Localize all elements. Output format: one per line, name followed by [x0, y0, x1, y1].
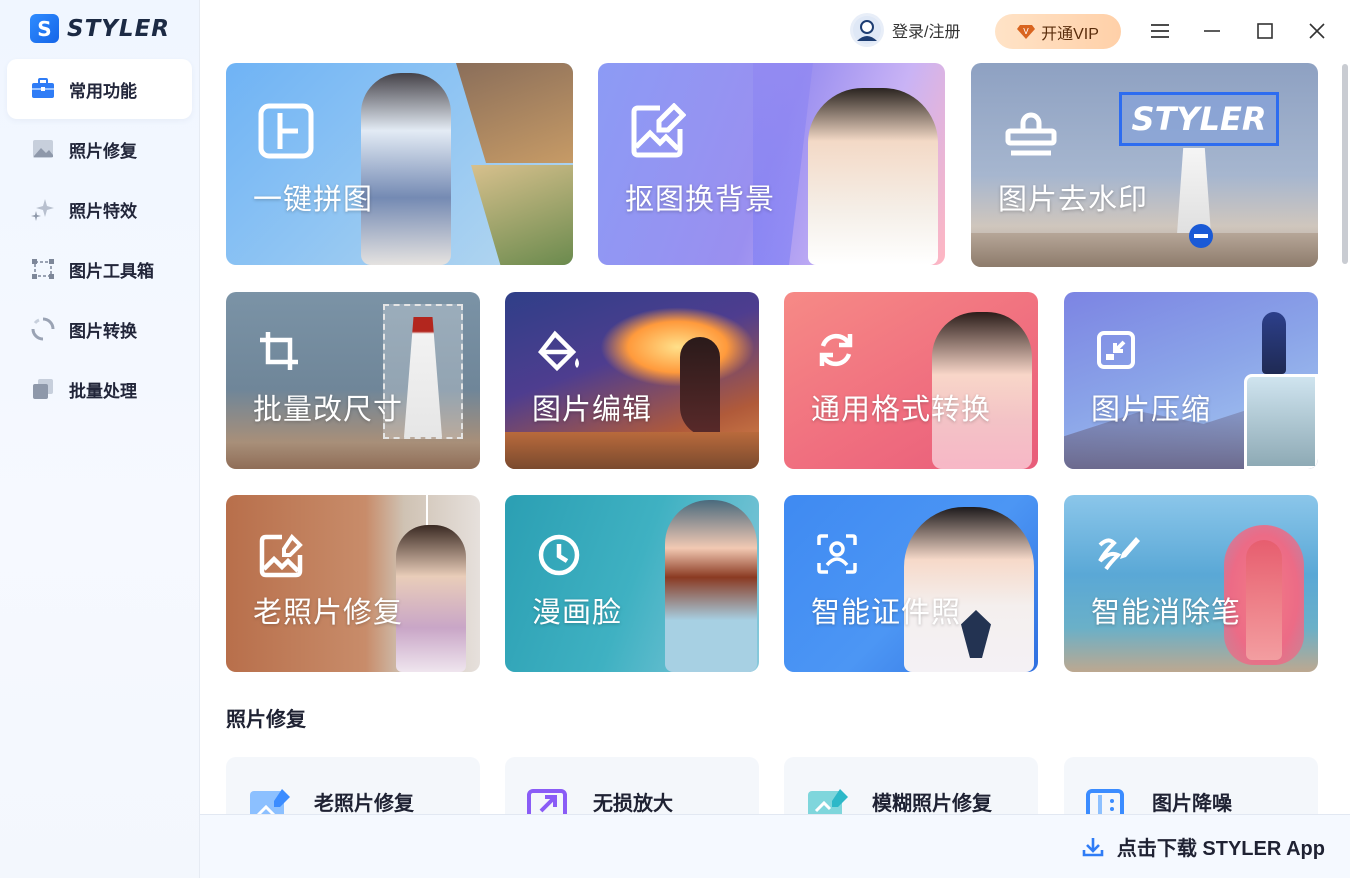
download-app-button[interactable]: 点击下载 STYLER App	[200, 814, 1350, 878]
feature-card-format[interactable]: 通用格式转换	[784, 292, 1038, 469]
tool-label: 图片降噪	[1152, 793, 1232, 815]
compress-icon	[1097, 331, 1135, 369]
sidebar-item-label: 批量处理	[69, 381, 137, 401]
sidebar-item-label: 图片转换	[69, 321, 137, 341]
man-figure	[808, 88, 938, 265]
convert-icon	[31, 317, 55, 341]
sidebar-item-toolbox[interactable]: 图片工具箱	[7, 239, 192, 299]
login-label: 登录/注册	[892, 24, 961, 41]
girl-figure	[361, 73, 451, 265]
sidebar-item-batch[interactable]: 批量处理	[7, 359, 192, 419]
vip-diamond-icon: V	[1017, 24, 1036, 40]
title-bar: 登录/注册 V 开通VIP	[200, 0, 1350, 60]
login-button[interactable]: 登录/注册	[850, 13, 960, 47]
stripe-decoration	[753, 63, 813, 265]
feature-card-cutout[interactable]: 抠图换背景	[598, 63, 945, 265]
sidebar-item-label: 照片修复	[69, 141, 137, 161]
feature-label: 智能证件照	[811, 597, 962, 629]
logo-mark-icon: S	[30, 14, 59, 43]
hiker-figure	[1262, 312, 1286, 374]
feature-label: 智能消除笔	[1091, 597, 1242, 629]
feature-label: 图片编辑	[532, 394, 653, 426]
sidebar-item-label: 照片特效	[69, 201, 137, 221]
feature-card-compress[interactable]: 图片压缩	[1064, 292, 1318, 469]
scrollbar[interactable]	[1342, 64, 1348, 264]
download-icon	[1082, 837, 1104, 856]
tool-label: 老照片修复	[314, 793, 414, 815]
vip-label: 开通VIP	[1041, 25, 1099, 43]
woman-figure	[680, 337, 720, 437]
minimize-icon[interactable]	[1197, 16, 1227, 46]
paint-bucket-icon	[538, 330, 579, 372]
id-photo-icon	[817, 534, 857, 574]
compressed-thumbnail	[1244, 374, 1318, 469]
feature-label: 批量改尺寸	[253, 394, 404, 426]
crop-icon	[260, 332, 298, 370]
feature-card-watermark[interactable]: STYLER 图片去水印	[971, 63, 1318, 267]
clock-icon	[538, 534, 580, 576]
feature-card-resize[interactable]: 批量改尺寸	[226, 292, 480, 469]
feature-label: 老照片修复	[253, 597, 404, 629]
stamp-icon	[1005, 112, 1057, 156]
sparkle-icon	[31, 197, 55, 221]
remove-circle-icon	[1189, 224, 1213, 248]
toolbox-icon	[31, 77, 55, 101]
logo-text: STYLER	[67, 15, 170, 42]
feature-label: 一键拼图	[253, 184, 374, 216]
feature-card-edit[interactable]: 图片编辑	[505, 292, 759, 469]
rock-ground	[971, 233, 1318, 267]
vip-button[interactable]: V 开通VIP	[995, 14, 1121, 49]
vip-badge-text: V	[1023, 27, 1029, 36]
sidebar-item-common[interactable]: 常用功能	[7, 59, 192, 119]
collage-photo-2	[471, 165, 573, 265]
app-logo: S STYLER	[30, 14, 170, 43]
sidebar-item-photo-effects[interactable]: 照片特效	[7, 179, 192, 239]
image-edit-icon	[631, 103, 686, 158]
sidebar: S STYLER 常用功能 照片修复 照片特效 图片工具箱 图片转换 批量处理	[0, 0, 200, 878]
photo-icon	[31, 137, 55, 161]
menu-icon[interactable]	[1145, 16, 1175, 46]
feature-card-collage[interactable]: 一键拼图	[226, 63, 573, 265]
section-title: 照片修复	[226, 709, 306, 731]
feature-label: 通用格式转换	[811, 394, 992, 426]
sidebar-nav: 常用功能 照片修复 照片特效 图片工具箱 图片转换 批量处理	[7, 59, 192, 419]
main-content: 一键拼图 抠图换背景 STYLER 图片去水印 批量改尺寸 图片编辑 通用格式转…	[200, 60, 1350, 878]
light-painting	[600, 307, 755, 387]
feature-label: 图片压缩	[1091, 394, 1212, 426]
feature-label: 漫画脸	[532, 597, 623, 629]
maximize-icon[interactable]	[1250, 16, 1280, 46]
sidebar-item-photo-repair[interactable]: 照片修复	[7, 119, 192, 179]
feature-card-cartoon[interactable]: 漫画脸	[505, 495, 759, 672]
refresh-icon	[819, 333, 853, 367]
feature-card-eraser[interactable]: 智能消除笔	[1064, 495, 1318, 672]
close-icon[interactable]	[1302, 16, 1332, 46]
user-avatar-icon	[850, 13, 884, 47]
download-label: 点击下载 STYLER App	[1116, 838, 1325, 860]
watermark-box: STYLER	[1119, 92, 1279, 146]
stack-icon	[31, 377, 55, 401]
collage-icon	[258, 103, 314, 159]
feature-card-old-photo[interactable]: 老照片修复	[226, 495, 480, 672]
sidebar-item-label: 图片工具箱	[69, 261, 154, 281]
cracked-ground	[505, 432, 759, 469]
sidebar-item-convert[interactable]: 图片转换	[7, 299, 192, 359]
sidebar-item-label: 常用功能	[69, 81, 137, 101]
tool-label: 无损放大	[593, 793, 673, 815]
feature-label: 抠图换背景	[625, 184, 776, 216]
tool-label: 模糊照片修复	[872, 793, 992, 815]
feature-card-id-photo[interactable]: 智能证件照	[784, 495, 1038, 672]
feature-label: 图片去水印	[998, 184, 1149, 216]
girl-figure	[396, 525, 466, 672]
eraser-pen-icon	[1098, 537, 1140, 571]
woman-figure	[1246, 540, 1282, 660]
photo-repair-icon	[259, 533, 303, 578]
collage-photo-1	[456, 63, 573, 163]
crop-frame-icon	[31, 257, 55, 281]
cartoon-girl-figure	[665, 500, 757, 672]
